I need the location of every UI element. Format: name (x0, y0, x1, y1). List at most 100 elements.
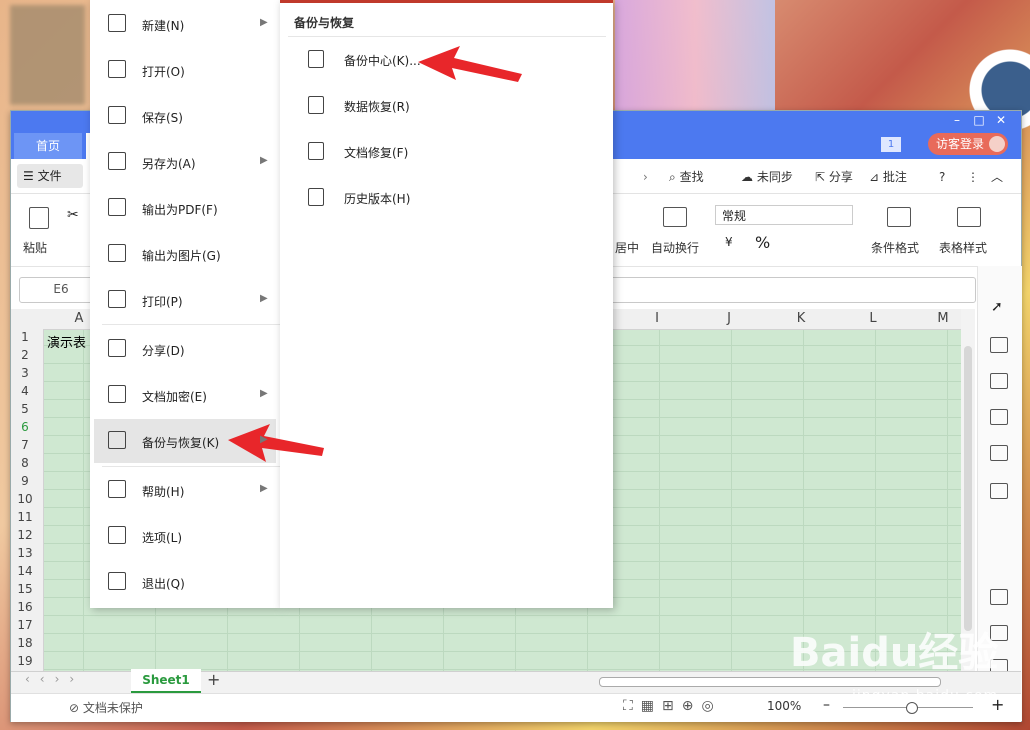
search-button[interactable]: ⌕ 查找 (669, 168, 704, 186)
grid-apps-icon[interactable] (990, 445, 1008, 461)
row-number[interactable]: 1 (10, 328, 40, 346)
file-menu-item[interactable]: 新建(N) ▶ (90, 3, 280, 47)
help-button[interactable]: ? (939, 168, 945, 186)
percent-icon[interactable]: % (755, 233, 770, 252)
pdf-export-icon (108, 198, 126, 216)
chevron-right-icon: ▶ (260, 388, 268, 399)
login-button[interactable]: 访客登录 (928, 133, 1008, 155)
conditional-format-icon[interactable] (887, 207, 911, 227)
file-menu-item[interactable]: 文档加密(E) ▶ (90, 374, 280, 418)
file-menu-item[interactable]: 分享(D) (90, 328, 280, 372)
comment-button[interactable]: ⊿ 批注 (869, 168, 907, 186)
file-menu-item-label: 退出(Q) (142, 577, 185, 591)
row-number[interactable]: 2 (10, 346, 40, 364)
protect-status[interactable]: ⊘ 文档未保护 (69, 699, 143, 716)
cell-reference[interactable]: E6 (31, 282, 91, 296)
row-number[interactable]: 11 (10, 508, 40, 526)
center-button[interactable]: 居中 (615, 239, 639, 256)
sync-status[interactable]: ☁ 未同步 (741, 168, 793, 186)
number-format-select[interactable]: 常规 (715, 205, 853, 225)
minimize-icon[interactable]: – (946, 111, 968, 129)
style-icon[interactable] (990, 373, 1008, 389)
file-menu-item-label: 文档加密(E) (142, 390, 207, 404)
row-number[interactable]: 13 (10, 544, 40, 562)
row-number[interactable]: 15 (10, 580, 40, 598)
cell-a1[interactable]: 演示表 (47, 332, 86, 351)
table-style-icon[interactable] (957, 207, 981, 227)
print-icon (108, 290, 126, 308)
file-menu-item-label: 选项(L) (142, 531, 183, 545)
column-i-header[interactable]: I (621, 311, 693, 326)
file-menu-item[interactable]: 输出为PDF(F) (90, 187, 280, 231)
add-sheet-icon[interactable]: + (207, 670, 220, 689)
tab-home[interactable]: 首页 (14, 133, 82, 159)
row-number[interactable]: 10 (10, 490, 40, 508)
row-number[interactable]: 19 (10, 652, 40, 670)
notification-badge[interactable]: 1 (881, 137, 901, 152)
backup-center-icon (308, 50, 324, 68)
file-menu-item[interactable]: 选项(L) (90, 515, 280, 559)
share-button[interactable]: ⇱ 分享 (815, 168, 853, 186)
row-number[interactable]: 4 (10, 382, 40, 400)
file-menu-item[interactable]: 另存为(A) ▶ (90, 141, 280, 185)
column-l-header[interactable]: L (837, 311, 909, 326)
conditional-format-button[interactable]: 条件格式 (871, 239, 919, 256)
row-number[interactable]: 6 (10, 418, 40, 436)
row-number[interactable]: 7 (10, 436, 40, 454)
file-menu-button[interactable]: ☰ 文件 (17, 164, 83, 188)
file-menu-item-label: 另存为(A) (142, 157, 196, 171)
sheet-tab[interactable]: Sheet1 (131, 669, 201, 693)
row-number[interactable]: 8 (10, 454, 40, 472)
shapes-icon[interactable] (990, 337, 1008, 353)
row-number[interactable]: 16 (10, 598, 40, 616)
sheet-nav-icons[interactable]: ‹‹›› (25, 672, 84, 686)
submenu-item[interactable]: 文档修复(F) (300, 132, 600, 172)
wrap-text-icon[interactable] (663, 207, 687, 227)
paste-icon[interactable] (29, 207, 49, 229)
file-menu-item-label: 分享(D) (142, 344, 185, 358)
more-icon[interactable]: ⋮ (967, 168, 979, 186)
row-number[interactable]: 12 (10, 526, 40, 544)
file-label: 文件 (37, 169, 62, 183)
submenu-item[interactable]: 数据恢复(R) (300, 86, 600, 126)
table-icon[interactable] (990, 409, 1008, 425)
close-icon[interactable]: ✕ (990, 111, 1012, 129)
maximize-icon[interactable]: □ (968, 111, 990, 129)
row-number[interactable]: 5 (10, 400, 40, 418)
chart-icon[interactable] (990, 483, 1008, 499)
row-number[interactable]: 3 (10, 364, 40, 382)
file-menu-item[interactable]: 备份与恢复(K) ▶ (90, 420, 280, 464)
horizontal-scrollbar[interactable] (599, 677, 941, 687)
paste-button[interactable]: 粘贴 (23, 239, 47, 256)
cursor-icon[interactable]: ➚ (991, 299, 1003, 315)
column-k-header[interactable]: K (765, 311, 837, 326)
file-menu-item[interactable]: 打印(P) ▶ (90, 279, 280, 323)
image-icon[interactable] (990, 589, 1008, 605)
wrap-text-button[interactable]: 自动换行 (651, 239, 699, 256)
menu-divider (288, 36, 606, 37)
save-icon (108, 106, 126, 124)
file-menu-item[interactable]: 退出(Q) (90, 561, 280, 605)
file-menu-item[interactable]: 打开(O) (90, 49, 280, 93)
submenu-item[interactable]: 历史版本(H) (300, 178, 600, 218)
view-mode-icons[interactable]: ⛶▦⊞⊕◎ (623, 698, 722, 714)
chevron-right-icon: ▶ (260, 483, 268, 494)
submenu-item[interactable]: 备份中心(K)... (300, 40, 600, 80)
zoom-level[interactable]: 100% (767, 699, 801, 713)
column-j-header[interactable]: J (693, 311, 765, 326)
vertical-scroll-thumb[interactable] (964, 346, 972, 631)
row-number[interactable]: 14 (10, 562, 40, 580)
collapse-ribbon-icon[interactable]: ︿ (991, 168, 1003, 186)
file-menu-item[interactable]: 保存(S) (90, 95, 280, 139)
comment-icon: ⊿ (869, 170, 880, 184)
chevron-right-icon[interactable]: › (643, 168, 648, 186)
row-number[interactable]: 18 (10, 634, 40, 652)
file-menu-item[interactable]: 帮助(H) ▶ (90, 469, 280, 513)
table-style-button[interactable]: 表格样式 (939, 239, 987, 256)
row-number[interactable]: 17 (10, 616, 40, 634)
file-menu-item[interactable]: 输出为图片(G) (90, 233, 280, 277)
cut-icon[interactable]: ✂ (67, 207, 79, 223)
row-number[interactable]: 9 (10, 472, 40, 490)
currency-icon[interactable]: ¥ (725, 235, 733, 249)
zoom-out-icon[interactable]: – (823, 697, 830, 713)
